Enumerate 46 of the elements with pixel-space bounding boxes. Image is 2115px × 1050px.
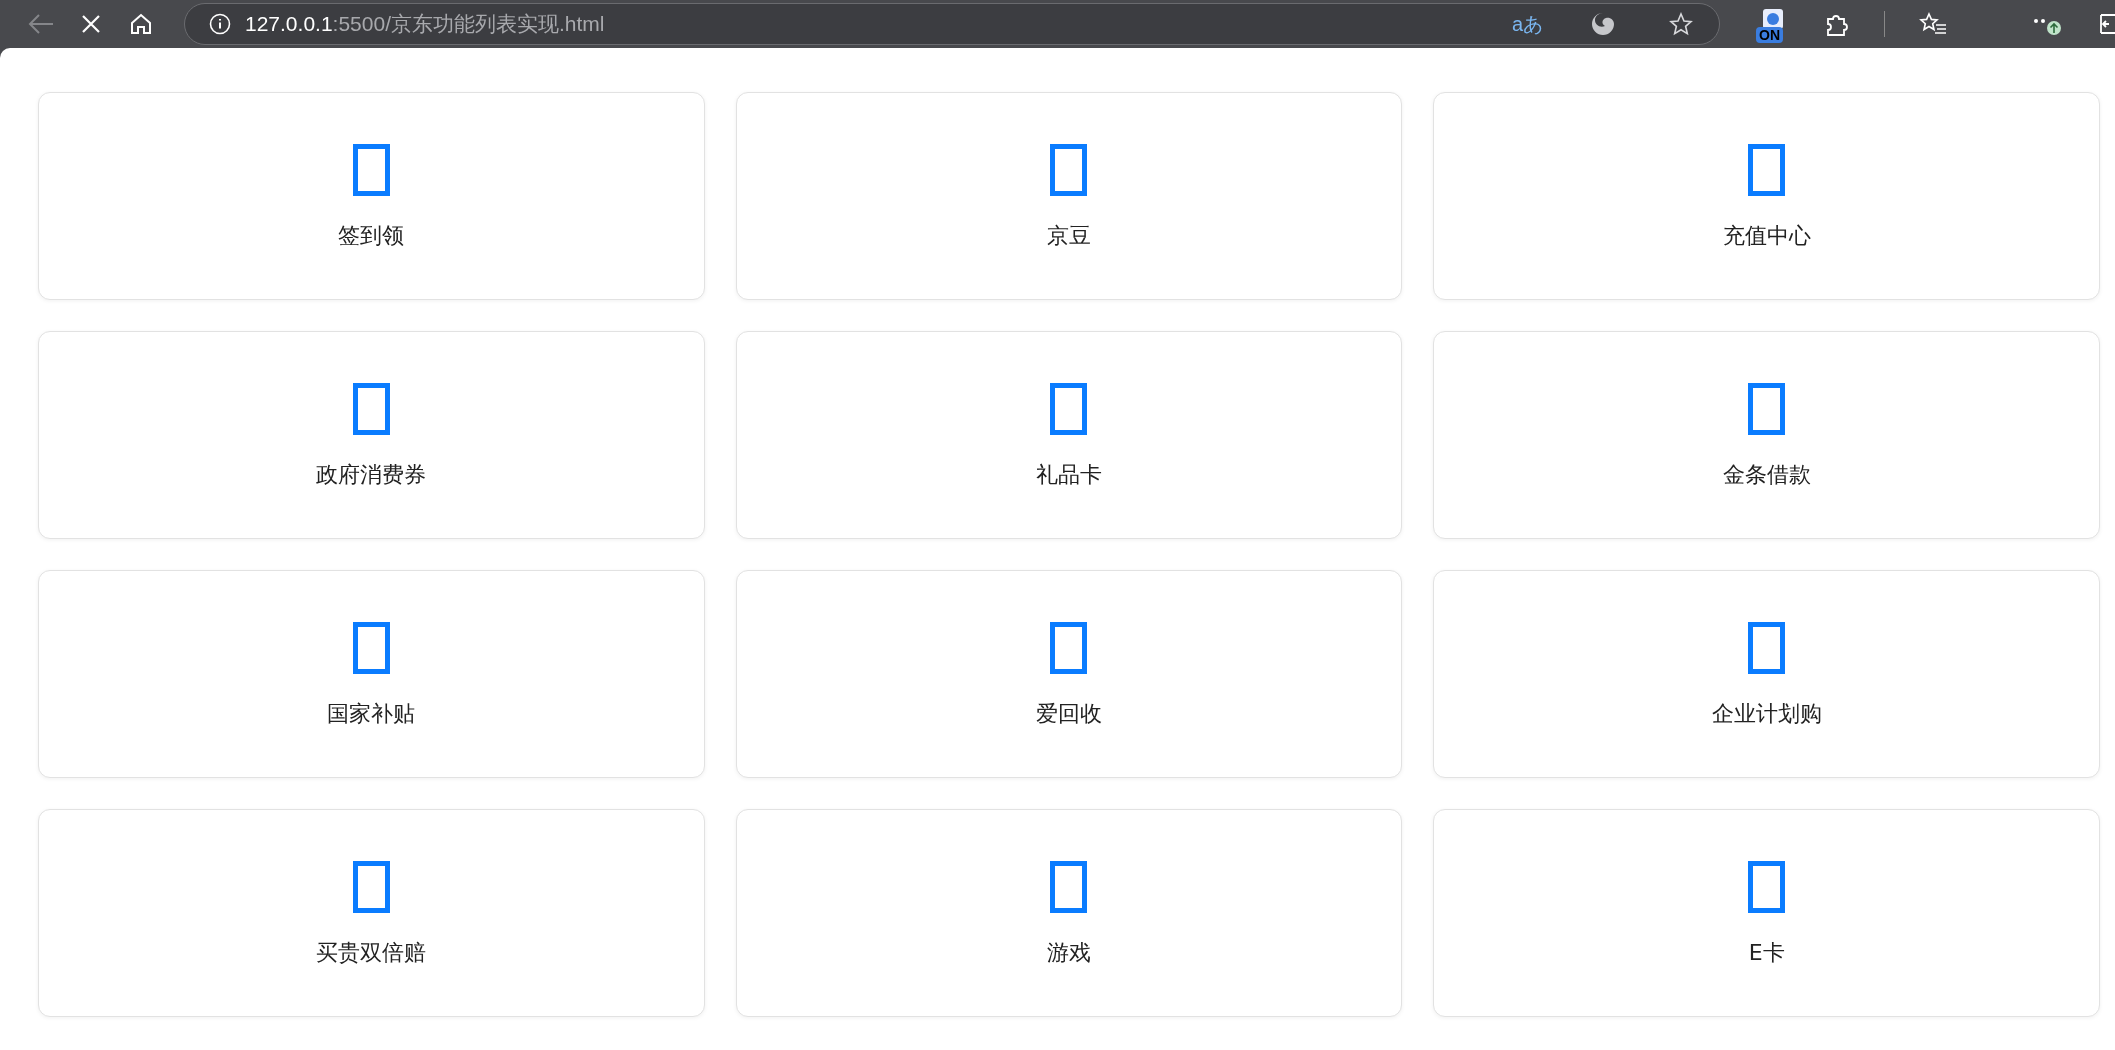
translate-icon[interactable]: aあ [1511,10,1543,38]
feature-label: 游戏 [1047,939,1091,967]
feature-card[interactable]: 游戏 [735,809,1403,1017]
star-icon[interactable] [1669,12,1693,36]
square-outline-icon [1748,144,1786,196]
square-outline-icon [352,144,390,196]
feature-card[interactable]: 企业计划购 [1433,570,2100,778]
feature-label: 金条借款 [1722,461,1811,489]
feature-card[interactable]: 政府消费券 [38,331,705,539]
square-outline-icon [1050,861,1088,913]
feature-label: 充值中心 [1722,222,1811,250]
feature-label: 爱回收 [1036,700,1102,728]
square-outline-icon [1050,622,1088,674]
feature-card[interactable]: 充值中心 [1433,92,2100,300]
feature-label: 买贵双倍赔 [316,939,427,967]
square-outline-icon [352,622,390,674]
feature-label: 政府消费券 [316,461,427,489]
square-outline-icon [352,861,390,913]
feature-card[interactable]: E卡 [1433,809,2100,1017]
swirl-icon[interactable] [1591,12,1615,36]
feature-card[interactable]: 京豆 [735,92,1403,300]
feature-label: 企业计划购 [1711,700,1822,728]
home-icon[interactable] [129,13,153,35]
feature-card[interactable]: 礼品卡 [735,331,1403,539]
feature-label: 国家补贴 [327,700,416,728]
info-icon[interactable] [209,13,231,35]
favorites-icon[interactable] [1919,12,1947,36]
feature-label: E卡 [1748,939,1785,967]
close-icon[interactable] [81,14,101,34]
square-outline-icon [352,383,390,435]
feature-card[interactable]: 签到领 [38,92,705,300]
square-outline-icon [1748,861,1786,913]
feature-card[interactable]: 买贵双倍赔 [38,809,705,1017]
feature-card[interactable]: 金条借款 [1433,331,2100,539]
square-outline-icon [1050,383,1088,435]
square-outline-icon [1748,622,1786,674]
feature-card[interactable]: 爱回收 [735,570,1403,778]
square-outline-icon [1748,383,1786,435]
feature-card[interactable]: 国家补贴 [38,570,705,778]
feature-label: 礼品卡 [1036,461,1102,489]
feature-label: 京豆 [1047,222,1091,250]
url-text: 127.0.0.1:5500/京东功能列表实现.html [245,11,605,37]
square-outline-icon [1050,144,1088,196]
address-bar[interactable]: 127.0.0.1:5500/京东功能列表实现.html aあ [184,3,1720,45]
sidebar-icon[interactable] [2099,12,2115,36]
feature-label: 签到领 [338,222,405,250]
